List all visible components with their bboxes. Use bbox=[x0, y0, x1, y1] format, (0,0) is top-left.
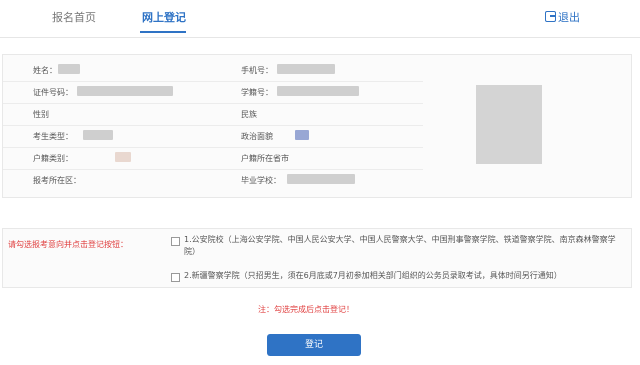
option2-checkbox[interactable] bbox=[171, 273, 180, 282]
logout-label: 退出 bbox=[558, 11, 580, 24]
gender-label: 性别 bbox=[33, 110, 49, 119]
political-value-redacted bbox=[295, 130, 309, 140]
hukou-type-label: 户籍类别： bbox=[33, 154, 73, 163]
candidate-type-value-redacted bbox=[83, 130, 113, 140]
candidate-photo bbox=[476, 85, 542, 164]
tab-home[interactable]: 报名首页 bbox=[52, 9, 96, 25]
student-id-label: 学籍号： bbox=[241, 88, 273, 97]
phone-value-redacted bbox=[277, 64, 335, 74]
info-row: 报考所在区： 毕业学校： bbox=[3, 169, 423, 191]
political-label: 政治面貌 bbox=[241, 132, 273, 141]
hukou-type-value-redacted bbox=[115, 152, 131, 162]
info-row: 姓名： 手机号： bbox=[3, 59, 423, 82]
info-row: 性别 民族 bbox=[3, 103, 423, 126]
id-label: 证件号码： bbox=[33, 88, 73, 97]
ethnicity-label: 民族 bbox=[241, 110, 257, 119]
school-value-redacted bbox=[287, 174, 355, 184]
note-text: 注：勾选完成后点击登记！ bbox=[258, 305, 354, 314]
phone-label: 手机号： bbox=[241, 66, 273, 75]
tab-register[interactable]: 网上登记 bbox=[142, 9, 186, 25]
option1-checkbox[interactable] bbox=[171, 237, 180, 246]
option2-label: 2.新疆警察学院（只招男生，须在6月底或7月初参加相关部门组织的公务员录取考试，… bbox=[184, 271, 562, 280]
id-value-redacted bbox=[77, 86, 173, 96]
registration-prompt: 请勾选报考意向并点击登记按钮： bbox=[8, 240, 128, 249]
logout-button[interactable]: 退出 bbox=[545, 9, 580, 25]
top-navigation: 报名首页 网上登记 退出 bbox=[0, 0, 640, 38]
school-label: 毕业学校： bbox=[241, 176, 281, 185]
name-label: 姓名： bbox=[33, 66, 57, 75]
active-tab-indicator bbox=[140, 31, 186, 33]
candidate-type-label: 考生类型： bbox=[33, 132, 73, 141]
exam-location-label: 报考所在区： bbox=[33, 176, 81, 185]
name-value-redacted bbox=[58, 64, 80, 74]
hukou-city-label: 户籍所在省市 bbox=[241, 154, 289, 163]
student-id-value-redacted bbox=[277, 86, 359, 96]
info-row: 考生类型： 政治面貌 bbox=[3, 125, 423, 148]
info-row: 证件号码： 学籍号： bbox=[3, 81, 423, 104]
option1-label: 1.公安院校（上海公安学院、中国人民公安大学、中国人民警察大学、中国刑事警察学院… bbox=[184, 235, 616, 256]
logout-icon bbox=[545, 11, 556, 22]
submit-button[interactable]: 登记 bbox=[267, 334, 361, 356]
info-row: 户籍类别： 户籍所在省市 bbox=[3, 147, 423, 170]
